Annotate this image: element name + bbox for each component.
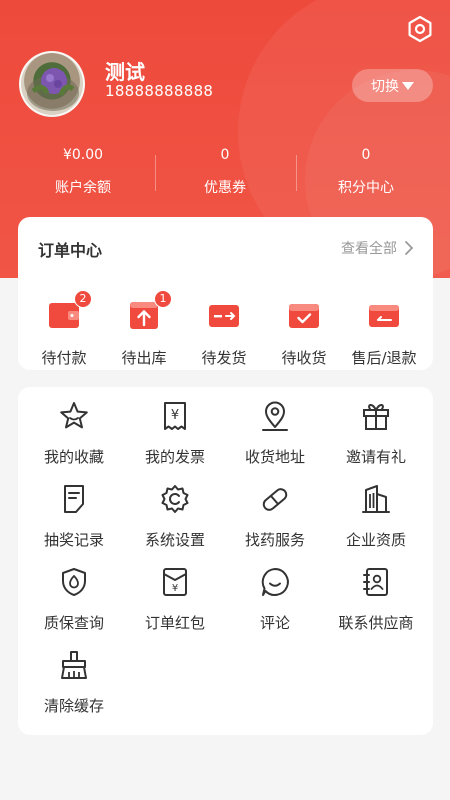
tool-lottery-records[interactable]: 抽奖记录 xyxy=(24,482,124,550)
pill-icon xyxy=(262,488,288,511)
stat-label: 积分中心 xyxy=(338,180,394,196)
tool-find-medicine[interactable]: 找药服务 xyxy=(225,482,325,550)
settings-icon[interactable] xyxy=(405,14,435,44)
tools-card: 我的收藏 ¥ 我的发票 收货地址 邀请有礼 抽奖记录 系统设置 找药服务 企业资… xyxy=(18,387,433,735)
tool-label: 抽奖记录 xyxy=(43,531,104,549)
tool-label: 企业资质 xyxy=(345,531,406,549)
box-check-icon xyxy=(289,304,319,328)
tool-label: 我的收藏 xyxy=(43,448,104,466)
building-icon xyxy=(362,485,390,513)
shield-icon xyxy=(62,568,86,596)
order-pending-shipment[interactable]: 待发货 xyxy=(184,297,264,368)
order-item-label: 售后/退款 xyxy=(351,349,417,367)
tool-label: 找药服务 xyxy=(244,531,305,549)
order-pending-outbound[interactable]: 1 待出库 xyxy=(104,290,184,368)
stat-label: 优惠券 xyxy=(204,180,246,196)
switch-label: 切换 xyxy=(371,78,399,95)
tool-settings[interactable]: 系统设置 xyxy=(125,482,225,550)
comment-icon xyxy=(261,568,289,596)
document-icon xyxy=(64,485,84,513)
order-refund[interactable]: 售后/退款 xyxy=(344,297,424,368)
badge-count: 2 xyxy=(74,290,92,308)
stat-balance[interactable]: ¥0.00 账户余额 xyxy=(8,145,158,197)
stat-value: 0 xyxy=(361,147,371,163)
star-icon xyxy=(60,402,88,429)
gift-icon xyxy=(363,404,389,430)
contacts-icon xyxy=(363,568,388,596)
tool-label: 清除缓存 xyxy=(43,697,104,715)
tool-label: 联系供应商 xyxy=(338,614,414,632)
tool-order-red-envelope[interactable]: ¥ 订单红包 xyxy=(125,565,225,633)
broom-icon xyxy=(61,651,87,679)
order-item-label: 待收货 xyxy=(281,349,327,367)
switch-account-button[interactable]: 切换 xyxy=(352,69,433,102)
tool-label: 我的发票 xyxy=(144,448,205,466)
svg-text:¥: ¥ xyxy=(172,583,178,594)
username: 测试 xyxy=(105,60,145,84)
svg-text:¥: ¥ xyxy=(171,408,179,423)
tool-qualifications[interactable]: 企业资质 xyxy=(326,482,426,550)
refund-icon xyxy=(369,305,399,327)
tool-label: 质保查询 xyxy=(43,614,104,632)
stat-value: ¥0.00 xyxy=(62,147,104,163)
tool-address[interactable]: 收货地址 xyxy=(225,399,325,467)
tool-label: 订单红包 xyxy=(144,614,205,632)
truck-card-icon xyxy=(209,305,239,327)
order-center-card: 订单中心 查看全部 2 待付款 1 待出库 待发货 待收货 售后/退款 xyxy=(18,217,433,370)
tool-comments[interactable]: 评论 xyxy=(225,565,325,633)
tool-invite[interactable]: 邀请有礼 xyxy=(326,399,426,467)
tool-warranty[interactable]: 质保查询 xyxy=(24,565,124,633)
order-pending-payment[interactable]: 2 待付款 xyxy=(24,290,104,368)
chevron-right-icon xyxy=(405,241,413,255)
view-all-orders-link[interactable]: 查看全部 xyxy=(341,238,413,258)
tool-favorites[interactable]: 我的收藏 xyxy=(24,399,124,467)
stat-coupons[interactable]: 0 优惠券 xyxy=(150,145,300,197)
order-pending-receipt[interactable]: 待收货 xyxy=(264,297,344,368)
order-item-label: 待出库 xyxy=(121,349,167,367)
stat-label: 账户余额 xyxy=(55,180,111,196)
location-icon xyxy=(262,401,288,431)
phone-number: 18888888888 xyxy=(105,82,214,100)
order-item-label: 待付款 xyxy=(41,349,87,367)
view-all-label: 查看全部 xyxy=(341,241,397,257)
tool-label: 评论 xyxy=(259,614,290,632)
order-center-title: 订单中心 xyxy=(38,241,103,260)
stat-value: 0 xyxy=(220,147,230,163)
gear-icon xyxy=(161,485,189,513)
tool-contact-supplier[interactable]: 联系供应商 xyxy=(326,565,426,633)
tool-clear-cache[interactable]: 清除缓存 xyxy=(24,648,124,716)
invoice-icon: ¥ xyxy=(164,402,186,430)
avatar[interactable] xyxy=(19,51,85,117)
tool-label: 系统设置 xyxy=(144,531,205,549)
tool-invoices[interactable]: ¥ 我的发票 xyxy=(125,399,225,467)
caret-down-icon xyxy=(402,81,414,90)
stat-points[interactable]: 0 积分中心 xyxy=(291,145,441,197)
tool-label: 收货地址 xyxy=(244,448,305,466)
badge-count: 1 xyxy=(154,290,172,308)
red-envelope-icon: ¥ xyxy=(163,568,187,596)
tool-label: 邀请有礼 xyxy=(345,448,406,466)
order-item-label: 待发货 xyxy=(201,349,247,367)
